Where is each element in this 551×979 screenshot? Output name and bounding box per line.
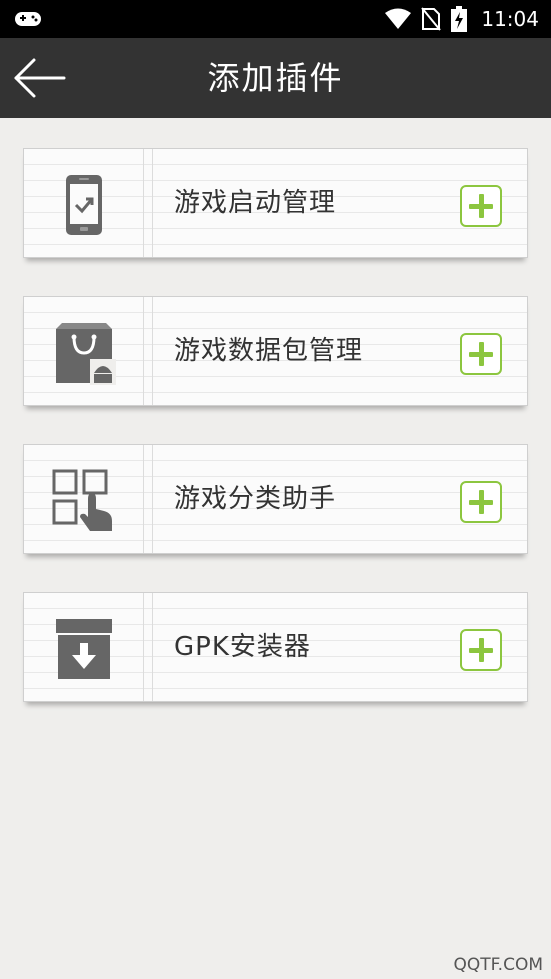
phone-check-icon: [66, 175, 102, 235]
status-bar: 11:04: [0, 0, 551, 38]
no-sim-icon: [421, 7, 442, 31]
plugin-label: 游戏分类助手: [174, 484, 337, 514]
plus-icon[interactable]: [460, 185, 502, 227]
status-time: 11:04: [481, 7, 539, 31]
arrow-left-icon: [14, 58, 66, 98]
plus-icon[interactable]: [460, 629, 502, 671]
gamepad-icon: [15, 12, 41, 26]
plugin-item-launch-manager[interactable]: 游戏启动管理: [23, 148, 528, 258]
plugin-item-gpk-installer[interactable]: GPK安装器: [23, 592, 528, 702]
app-bar: 添加插件: [0, 38, 551, 118]
plugin-label: 游戏启动管理: [174, 188, 337, 218]
box-download-icon: [56, 619, 112, 679]
plus-icon[interactable]: [460, 333, 502, 375]
shopping-bag-android-icon: [56, 323, 116, 385]
plugin-label: GPK安装器: [174, 632, 311, 662]
back-button[interactable]: [10, 52, 70, 104]
battery-charging-icon: [451, 6, 468, 32]
card-divider: [143, 149, 153, 257]
wifi-icon: [385, 8, 412, 29]
card-divider: [143, 445, 153, 553]
card-divider: [143, 593, 153, 701]
page-title: 添加插件: [207, 59, 344, 97]
grid-hand-icon: [52, 469, 112, 531]
watermark: QQTF.COM: [453, 955, 543, 975]
card-divider: [143, 297, 153, 405]
plugin-item-data-package-manager[interactable]: 游戏数据包管理: [23, 296, 528, 406]
plugin-item-category-helper[interactable]: 游戏分类助手: [23, 444, 528, 554]
plus-icon[interactable]: [460, 481, 502, 523]
plugin-label: 游戏数据包管理: [174, 336, 364, 366]
